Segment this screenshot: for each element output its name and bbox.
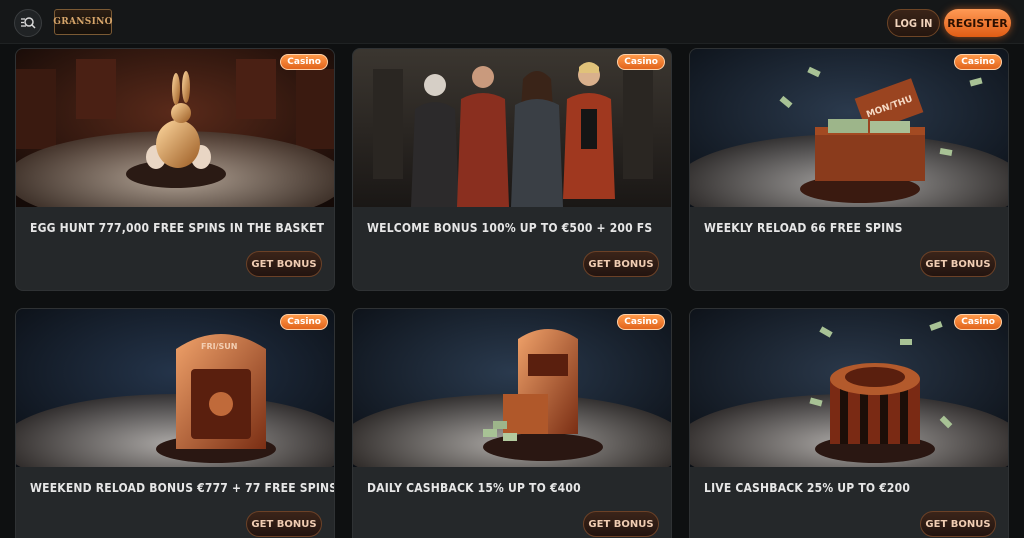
promo-card[interactable]: Casino WELCOME BONUS 100% UP TO €500 + 2… [352, 48, 672, 291]
promo-title: WEEKLY RELOAD 66 FREE SPINS [704, 221, 903, 235]
promo-title: WEEKEND RELOAD BONUS €777 + 77 FREE SPIN… [30, 481, 335, 495]
menu-search-icon[interactable] [14, 9, 42, 37]
casino-badge: Casino [954, 314, 1002, 330]
casino-badge: Casino [954, 54, 1002, 70]
promo-title: WELCOME BONUS 100% UP TO €500 + 200 FS [367, 221, 653, 235]
casino-badge: Casino [280, 314, 328, 330]
promo-card[interactable]: Casino EGG HUNT 777,000 FREE SPINS IN TH… [15, 48, 335, 291]
casino-badge: Casino [617, 314, 665, 330]
promo-image-golden-rabbit [16, 49, 334, 207]
casino-badge: Casino [280, 54, 328, 70]
promo-title: EGG HUNT 777,000 FREE SPINS IN THE BASKE… [30, 221, 325, 235]
promo-image-four-characters [353, 49, 671, 207]
get-bonus-button[interactable]: GET BONUS [920, 251, 996, 277]
get-bonus-button[interactable]: GET BONUS [920, 511, 996, 537]
promo-card[interactable]: MON/THU Casino WEEKLY RELOAD 66 FREE SPI… [689, 48, 1009, 291]
get-bonus-button[interactable]: GET BONUS [246, 511, 322, 537]
promo-image-money-chest: MON/THU [690, 49, 1008, 207]
get-bonus-button[interactable]: GET BONUS [583, 251, 659, 277]
register-button[interactable]: REGISTER [944, 9, 1011, 37]
get-bonus-button[interactable]: GET BONUS [246, 251, 322, 277]
safe-label: FRI/SUN [201, 342, 237, 351]
login-button[interactable]: LOG IN [887, 9, 940, 37]
promo-title: DAILY CASHBACK 15% UP TO €400 [367, 481, 581, 495]
casino-badge: Casino [617, 54, 665, 70]
promo-card[interactable]: FRI/SUN Casino WEEKEND RELOAD BONUS €777… [15, 308, 335, 538]
top-bar: GRANSINO LOG IN REGISTER [0, 0, 1024, 44]
promo-title: LIVE CASHBACK 25% UP TO €200 [704, 481, 911, 495]
promo-card[interactable]: Casino LIVE CASHBACK 25% UP TO €200 GET … [689, 308, 1009, 538]
promo-card[interactable]: Casino DAILY CASHBACK 15% UP TO €400 GET… [352, 308, 672, 538]
get-bonus-button[interactable]: GET BONUS [583, 511, 659, 537]
logo-text: GRANSINO [53, 17, 113, 27]
promo-image-slot-machine [353, 309, 671, 467]
logo[interactable]: GRANSINO [53, 9, 113, 35]
promo-image-roulette-drum [690, 309, 1008, 467]
promo-image-safe: FRI/SUN [16, 309, 334, 467]
